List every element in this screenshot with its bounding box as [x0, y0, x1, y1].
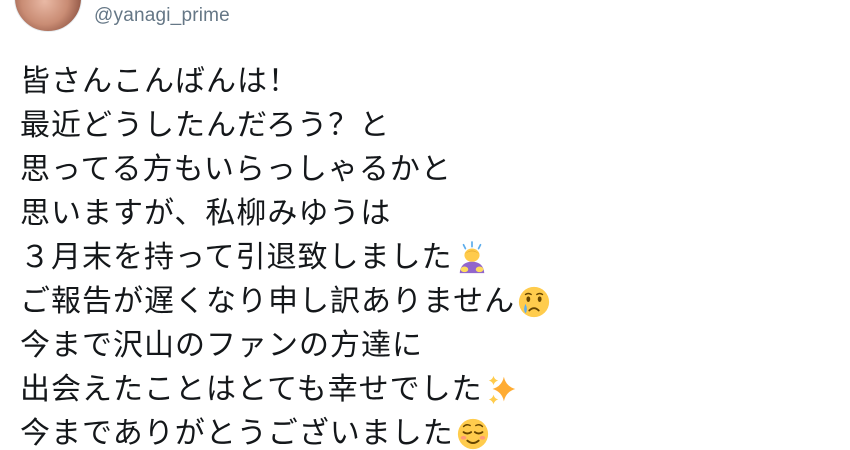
- tweet-line: 思いますが、私柳みゆうは: [20, 192, 840, 236]
- tweet-line-text: 思ってる方もいらっしゃるかと: [20, 152, 452, 187]
- crying-face-icon: [518, 286, 550, 318]
- tweet-line-text: 出会えたことはとても幸せでした: [20, 372, 483, 407]
- relieved-face-icon: [457, 418, 488, 450]
- tweet-line: 皆さんこんばんは！: [20, 60, 840, 104]
- tweet-line-text: ご報告が遅くなり申し訳ありません: [20, 284, 516, 319]
- tweet-line: ３月末を持って引退致しました: [20, 236, 840, 280]
- tweet-line: 思ってる方もいらっしゃるかと: [20, 148, 840, 192]
- tweet-line-text: 最近どうしたんだろう？と: [20, 108, 391, 143]
- tweet-line: 最近どうしたんだろう？と: [20, 104, 840, 148]
- tweet-line-text: ３月末を持って引退致しました: [20, 240, 453, 275]
- tweet-text: 皆さんこんばんは！ 最近どうしたんだろう？と 思ってる方もいらっしゃるかと 思い…: [20, 60, 840, 450]
- tweet-header: @yanagi_prime: [0, 0, 850, 40]
- tweet-line: ご報告が遅くなり申し訳ありません: [20, 280, 840, 324]
- user-handle[interactable]: @yanagi_prime: [94, 3, 230, 29]
- person-bowing-icon: [459, 241, 484, 274]
- tweet-card: @yanagi_prime 皆さんこんばんは！ 最近どうしたんだろう？と 思って…: [0, 0, 850, 450]
- tweet-line: 出会えたことはとても幸せでした: [20, 368, 840, 412]
- tweet-line: 今まで沢山のファンの方達に: [20, 324, 840, 368]
- tweet-line-text: 思いますが、私柳みゆうは: [20, 196, 392, 231]
- avatar[interactable]: [14, 0, 82, 32]
- tweet-line-text: 皆さんこんばんは！: [20, 64, 299, 99]
- sparkles-icon: [488, 375, 515, 405]
- tweet-line-text: 今まで沢山のファンの方達に: [20, 328, 423, 363]
- tweet-line-text: 今までありがとうございました: [20, 416, 454, 450]
- tweet-line: 今までありがとうございました: [20, 412, 840, 450]
